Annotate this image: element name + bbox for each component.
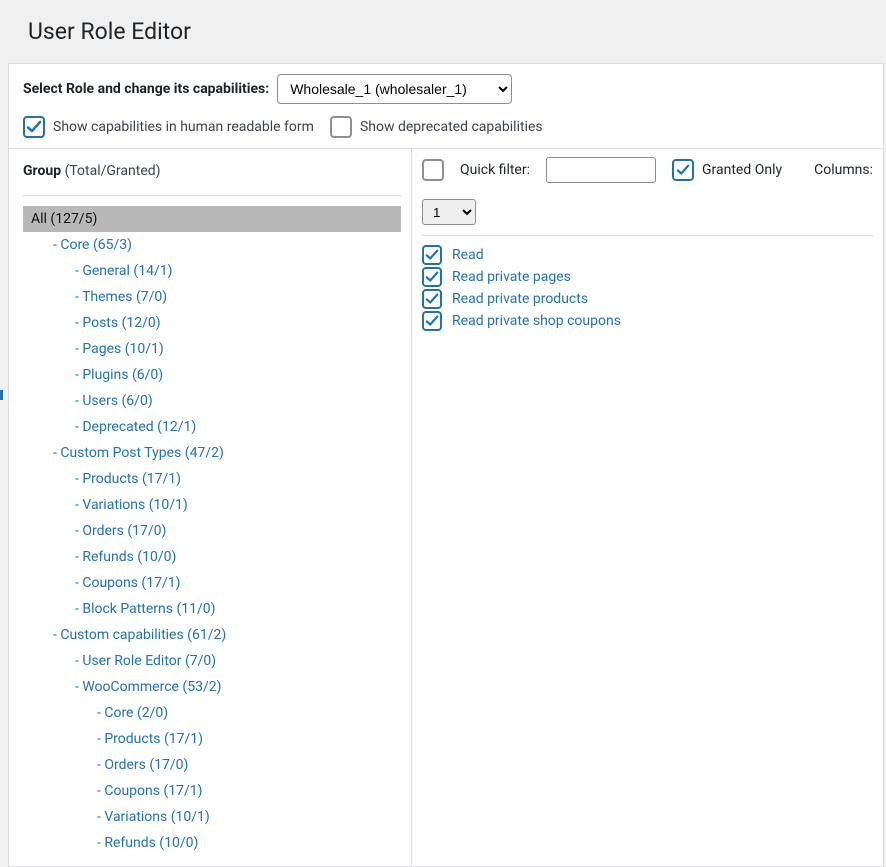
- show-deprecated-label: Show deprecated capabilities: [360, 119, 543, 135]
- group-tree-item[interactable]: - Products (17/1): [89, 726, 401, 752]
- editor-panel: Select Role and change its capabilities:…: [8, 63, 884, 867]
- capabilities-toolbar: Quick filter: Granted Only Columns: 1: [422, 157, 873, 236]
- group-tree-item[interactable]: - Variations (10/1): [67, 492, 401, 518]
- show-human-checkbox[interactable]: [23, 116, 45, 138]
- capability-row: Read private products: [422, 288, 873, 310]
- group-tree-item[interactable]: - Core (65/3): [45, 232, 401, 258]
- page-title: User Role Editor: [28, 18, 886, 45]
- capabilities-column: Quick filter: Granted Only Columns: 1 Re…: [411, 149, 883, 866]
- group-tree-item[interactable]: - Themes (7/0): [67, 284, 401, 310]
- granted-only-checkbox[interactable]: [672, 159, 694, 181]
- capability-row: Read private pages: [422, 266, 873, 288]
- group-tree-item[interactable]: - WooCommerce (53/2): [67, 674, 401, 700]
- capability-checkbox[interactable]: [422, 245, 442, 265]
- group-tree-item[interactable]: - Refunds (10/0): [67, 544, 401, 570]
- group-tree-item[interactable]: - Custom Post Types (47/2): [45, 440, 401, 466]
- toggle-all-checkbox[interactable]: [422, 159, 444, 181]
- capability-checkbox[interactable]: [422, 267, 442, 287]
- capability-checkbox[interactable]: [422, 289, 442, 309]
- group-tree-item[interactable]: - User Role Editor (7/0): [67, 648, 401, 674]
- group-subtitle: (Total/Granted): [65, 163, 161, 179]
- group-tree-item[interactable]: - Block Patterns (11/0): [67, 596, 401, 622]
- group-tree-item[interactable]: - Coupons (17/1): [67, 570, 401, 596]
- panel-header: Select Role and change its capabilities:…: [9, 64, 883, 149]
- group-tree-item[interactable]: - Users (6/0): [67, 388, 401, 414]
- show-deprecated-checkbox[interactable]: [330, 116, 352, 138]
- group-tree-item[interactable]: - Refunds (10/0): [89, 830, 401, 856]
- columns-label: Columns:: [814, 162, 873, 178]
- role-select-label: Select Role and change its capabilities:: [23, 81, 269, 97]
- role-select[interactable]: Wholesale_1 (wholesaler_1): [277, 74, 512, 104]
- capability-row: Read: [422, 244, 873, 266]
- group-tree-item[interactable]: - Variations (10/1): [89, 804, 401, 830]
- group-tree-item[interactable]: - Coupons (17/1): [89, 778, 401, 804]
- group-title: Group: [23, 163, 61, 179]
- capabilities-list: Read Read private pages Read private produ…: [422, 244, 873, 332]
- group-tree-item[interactable]: - Deprecated (12/1): [67, 414, 401, 440]
- capability-row: Read private shop coupons: [422, 310, 873, 332]
- group-tree-item[interactable]: - Pages (10/1): [67, 336, 401, 362]
- granted-only-label: Granted Only: [702, 162, 782, 178]
- group-tree: All (127/5)- Core (65/3)- General (14/1)…: [23, 206, 401, 856]
- group-tree-item[interactable]: - General (14/1): [67, 258, 401, 284]
- group-tree-item[interactable]: - Orders (17/0): [67, 518, 401, 544]
- group-tree-item[interactable]: - Posts (12/0): [67, 310, 401, 336]
- group-tree-item[interactable]: - Custom capabilities (61/2): [45, 622, 401, 648]
- group-divider: [23, 195, 401, 196]
- group-tree-item[interactable]: All (127/5): [23, 206, 401, 232]
- capability-label[interactable]: Read: [452, 247, 484, 263]
- left-accent-strip: [0, 390, 3, 400]
- quick-filter-label: Quick filter:: [460, 162, 530, 178]
- capability-label[interactable]: Read private products: [452, 291, 588, 307]
- capability-label[interactable]: Read private shop coupons: [452, 313, 621, 329]
- show-human-label: Show capabilities in human readable form: [53, 119, 314, 135]
- group-tree-item[interactable]: - Plugins (6/0): [67, 362, 401, 388]
- group-column: Group (Total/Granted) All (127/5)- Core …: [9, 149, 411, 866]
- quick-filter-input[interactable]: [546, 157, 656, 183]
- group-tree-item[interactable]: - Core (2/0): [89, 700, 401, 726]
- capability-checkbox[interactable]: [422, 311, 442, 331]
- capability-label[interactable]: Read private pages: [452, 269, 571, 285]
- columns-select[interactable]: 1: [422, 199, 476, 225]
- group-tree-item[interactable]: - Products (17/1): [67, 466, 401, 492]
- group-tree-item[interactable]: - Orders (17/0): [89, 752, 401, 778]
